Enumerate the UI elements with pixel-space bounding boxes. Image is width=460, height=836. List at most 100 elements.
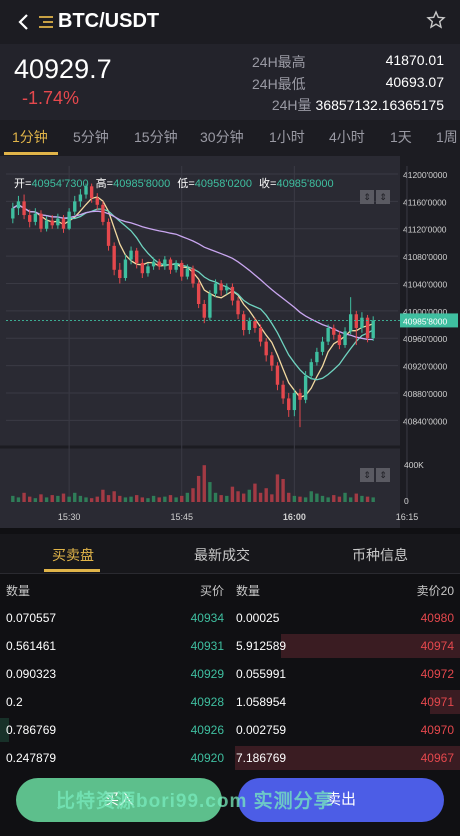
volume-bar [61, 493, 66, 502]
ask-price: 40980 [420, 611, 454, 625]
volume-bar [101, 489, 105, 502]
candle-body [16, 201, 21, 209]
candle-body [208, 293, 212, 318]
volume-bar [16, 497, 21, 502]
volume-bar [84, 497, 88, 502]
orderbook-row[interactable]: 0.2 40928 1.058954 40971 [0, 688, 460, 716]
tab-order-book[interactable]: 买卖盘 [52, 545, 94, 565]
tab-30min[interactable]: 30分钟 [200, 127, 244, 147]
volume-bar [264, 488, 268, 502]
candle-body [61, 218, 66, 229]
volume-bar [140, 497, 145, 502]
chevron-left-icon[interactable] [16, 12, 32, 32]
tab-1min[interactable]: 1分钟 [12, 127, 48, 147]
candle-body [78, 194, 83, 202]
candle-body [101, 204, 105, 222]
open-value: 40954'7300 [31, 178, 89, 190]
volume-bar [168, 495, 173, 502]
ask-qty: 1.058954 [236, 695, 287, 709]
tab-1week[interactable]: 1周 [436, 127, 458, 147]
chart-tool-buttons-top: ⇕ ⇕ [360, 190, 394, 204]
y-tick-label: 41040'0000 [403, 279, 447, 289]
x-tick-label: 16:00 [283, 512, 306, 522]
candle-body [270, 355, 274, 366]
candle-body [354, 314, 358, 328]
candle-body [50, 220, 54, 226]
candle-body [168, 259, 173, 270]
x-tick-label: 15:45 [170, 512, 193, 522]
orderbook-row[interactable]: 0.786769 40926 0.002759 40970 [0, 716, 460, 744]
candle-body [332, 327, 336, 335]
chart-collapse-icon[interactable]: ⇕ [376, 190, 390, 204]
candle-body [343, 331, 347, 346]
candle-body [33, 213, 38, 222]
pair-title[interactable]: BTC/USDT [58, 10, 159, 33]
ask-qty: 7.186769 [236, 751, 287, 765]
candle-body [196, 283, 201, 304]
tab-5min[interactable]: 5分钟 [73, 127, 109, 147]
volume-bar [326, 497, 330, 502]
volume-bar [22, 492, 26, 502]
volume-bar [33, 498, 38, 502]
volume-collapse-icon[interactable]: ⇕ [376, 468, 390, 482]
period-tabs: 1分钟 5分钟 15分钟 30分钟 1小时 4小时 1天 1周 [0, 120, 460, 156]
candle-body [129, 250, 133, 260]
ask-price: 40972 [420, 667, 454, 681]
bid-price: 40931 [190, 639, 224, 653]
candle-body [247, 321, 251, 330]
candle-body [146, 266, 150, 274]
candle-body [202, 304, 206, 318]
x-tick-label: 15:30 [58, 512, 81, 522]
watermark: 比特资源bori99.com 实测分享 [56, 791, 334, 812]
candle-body [106, 221, 111, 246]
volume-bar [309, 491, 313, 502]
bid-qty-header: 数量 [6, 584, 31, 598]
orderbook-row[interactable]: 0.247879 40920 7.186769 40967 [0, 744, 460, 772]
volume-bar [360, 495, 364, 502]
orderbook-row[interactable]: 0.561461 40931 5.912589 40974 [0, 632, 460, 660]
volume-bar [208, 482, 212, 502]
volume-bar [371, 497, 375, 502]
tab-latest-trades[interactable]: 最新成交 [194, 545, 250, 565]
high-value: 40985'8000 [113, 178, 171, 190]
volume-axis-zero: 0 [404, 496, 409, 506]
volume-bar [213, 492, 218, 502]
volume-bar [56, 495, 60, 502]
candle-body [174, 262, 178, 270]
volume-bar [78, 495, 83, 502]
tab-1day[interactable]: 1天 [390, 127, 412, 147]
candle-body [225, 286, 229, 291]
candle-body [28, 215, 32, 222]
high-label: 24H最高 [252, 54, 306, 70]
candle-body [44, 220, 49, 229]
volume-bar [180, 495, 184, 502]
volume-bar [146, 498, 150, 502]
volume-bar [151, 495, 156, 502]
orderbook-row[interactable]: 0.090323 40929 0.055991 40972 [0, 660, 460, 688]
tab-coin-info[interactable]: 币种信息 [352, 545, 408, 565]
volume-bar [163, 496, 167, 502]
chart-expand-icon[interactable]: ⇕ [360, 190, 374, 204]
orderbook-row[interactable]: 0.070557 40934 0.00025 40980 [0, 604, 460, 632]
low-label: 低= [177, 178, 195, 190]
volume-bar [303, 497, 308, 502]
volume-bar [253, 483, 257, 502]
candle-body [118, 269, 122, 278]
volume-bar [106, 495, 111, 502]
y-tick-label: 41080'0000 [403, 252, 447, 262]
star-outline-icon[interactable] [426, 10, 446, 30]
bid-qty: 0.070557 [6, 611, 57, 625]
tab-1hour[interactable]: 1小时 [269, 127, 305, 147]
tab-15min[interactable]: 15分钟 [134, 127, 178, 147]
volume-expand-icon[interactable]: ⇕ [360, 468, 374, 482]
y-tick-label: 40920'0000 [403, 362, 447, 372]
menu-icon[interactable] [38, 13, 54, 31]
volume-bar [332, 495, 336, 502]
bid-price: 40929 [190, 667, 224, 681]
tab-4hour[interactable]: 4小时 [329, 127, 365, 147]
candle-body [185, 268, 190, 277]
bid-qty: 0.090323 [6, 667, 57, 681]
volume-bar [50, 495, 54, 502]
volume-bar [135, 495, 139, 502]
candle-body [320, 341, 325, 352]
